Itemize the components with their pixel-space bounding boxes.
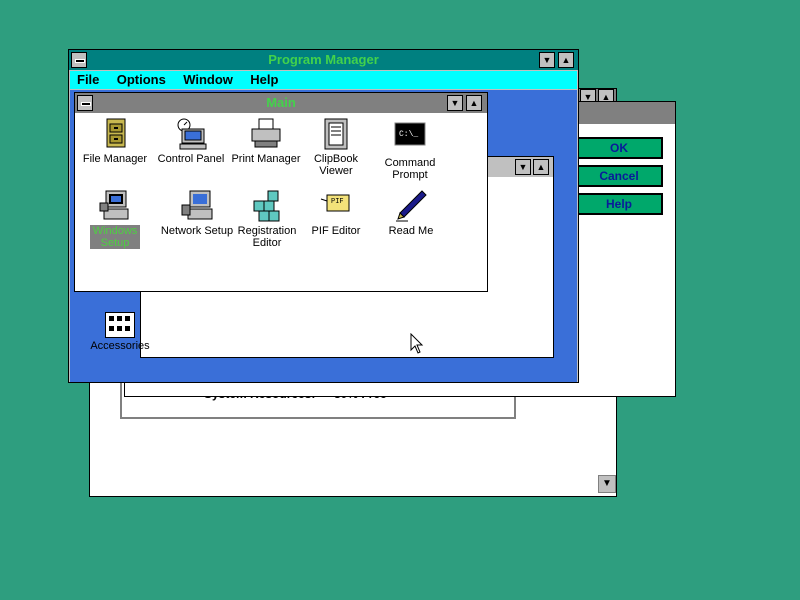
windows-setup-label: Windows Setup (90, 225, 140, 249)
help-button[interactable]: Help (575, 193, 663, 215)
minimize-icon: ▼ (542, 55, 552, 65)
svg-text:PIF: PIF (331, 198, 344, 206)
scroll-down-icon: ▼ (602, 478, 612, 489)
ok-button[interactable]: OK (575, 137, 663, 159)
pm-menu-bar: File Options Window Help (70, 71, 577, 89)
file-manager-label: File Manager (82, 153, 148, 165)
mouse-cursor-icon (410, 332, 424, 355)
accessories-label: Accessories (90, 340, 150, 352)
accessories-icon (105, 312, 135, 338)
network-setup-icon (180, 189, 214, 223)
network-setup-item[interactable]: Network Setup (157, 189, 237, 237)
control-panel-icon (174, 117, 208, 151)
read-me-icon (394, 189, 428, 223)
menu-window[interactable]: Window (176, 71, 240, 89)
pm-minimize-button[interactable]: ▼ (539, 52, 555, 68)
pm-maximize-button[interactable]: ▲ (558, 52, 574, 68)
print-manager-label: Print Manager (231, 153, 301, 165)
main-titlebar: Main ▼ ▲ (75, 93, 487, 113)
pif-editor-item[interactable]: PIF PIF Editor (300, 189, 372, 237)
regedit-icon (250, 189, 284, 223)
group-minimize-button[interactable]: ▼ (515, 159, 531, 175)
main-title: Main (266, 95, 296, 110)
network-setup-label: Network Setup (160, 225, 234, 237)
svg-text:C:\_: C:\_ (399, 130, 418, 139)
menu-help[interactable]: Help (243, 71, 285, 89)
msdos-icon: C:\_ (393, 121, 427, 155)
windows-setup-icon (98, 189, 132, 223)
program-manager-titlebar: Program Manager ▼ ▲ (69, 50, 578, 70)
menu-file[interactable]: File (70, 71, 106, 89)
pif-editor-label: PIF Editor (311, 225, 361, 237)
pif-editor-icon: PIF (319, 189, 353, 223)
registration-editor-item[interactable]: Registration Editor (227, 189, 307, 249)
program-manager-title: Program Manager (268, 52, 379, 67)
registration-editor-label: Registration Editor (237, 225, 297, 249)
read-me-item[interactable]: Read Me (375, 189, 447, 237)
maximize-icon: ▲ (561, 55, 571, 65)
program-manager-window: Program Manager ▼ ▲ File Options Window … (68, 49, 579, 383)
main-maximize-button[interactable]: ▲ (466, 95, 482, 111)
about-scrollbar[interactable]: ▼ (598, 475, 616, 493)
control-panel-item[interactable]: Control Panel (151, 117, 231, 165)
menu-options[interactable]: Options (110, 71, 173, 89)
command-prompt-item[interactable]: C:\_ Command Prompt (371, 121, 449, 181)
file-manager-item[interactable]: File Manager (75, 117, 155, 165)
file-cabinet-icon (98, 117, 132, 151)
command-prompt-label: Command Prompt (384, 157, 436, 181)
clipbook-icon (319, 117, 353, 151)
read-me-label: Read Me (388, 225, 434, 237)
accessories-group-icon[interactable]: Accessories (80, 312, 160, 352)
printer-icon (249, 117, 283, 151)
pm-system-menu-button[interactable] (71, 52, 87, 68)
control-panel-label: Control Panel (157, 153, 225, 165)
print-manager-item[interactable]: Print Manager (226, 117, 306, 165)
group-maximize-button[interactable]: ▲ (533, 159, 549, 175)
main-minimize-button[interactable]: ▼ (447, 95, 463, 111)
cancel-button[interactable]: Cancel (575, 165, 663, 187)
clipbook-viewer-label: ClipBook Viewer (313, 153, 359, 177)
main-system-menu-button[interactable] (77, 95, 93, 111)
clipbook-viewer-item[interactable]: ClipBook Viewer (300, 117, 372, 177)
main-group-window: Main ▼ ▲ File Manager Control Panel Prin… (74, 92, 488, 292)
windows-setup-item[interactable]: Windows Setup (75, 189, 155, 249)
